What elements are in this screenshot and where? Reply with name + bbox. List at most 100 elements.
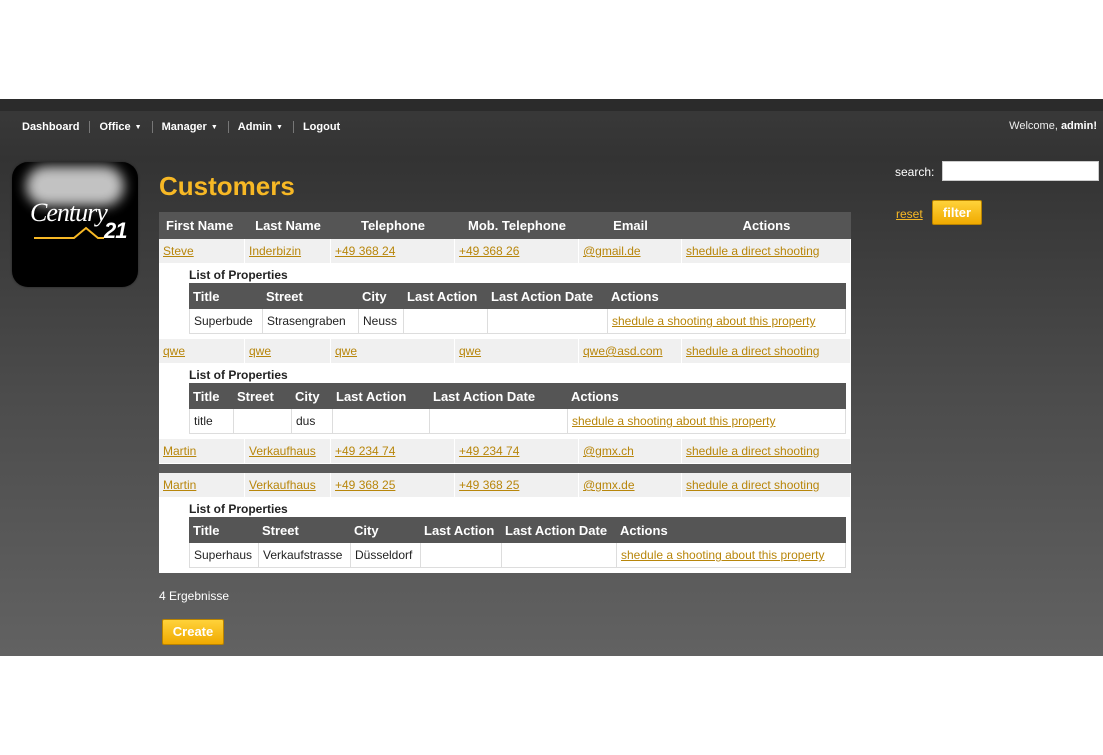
shedule-property-shooting-link[interactable]: shedule a shooting about this property (617, 543, 846, 567)
welcome-message: Welcome, admin! (1009, 120, 1097, 132)
column-header: Last Action (336, 388, 407, 404)
customer-mobile-link[interactable]: qwe (455, 339, 579, 363)
customer-email-link[interactable]: @gmx.de (579, 473, 682, 497)
customer-first-name-link[interactable]: Martin (159, 439, 245, 463)
table-row: qwe qwe qwe qwe qwe@asd.com shedule a di… (159, 339, 851, 364)
property-last-action (421, 543, 502, 567)
caret-down-icon: ▼ (210, 123, 218, 131)
property-street: Strasengraben (263, 309, 359, 333)
customer-first-name-link[interactable]: Martin (159, 473, 245, 497)
property-table-header: Title Street City Last Action Last Actio… (189, 283, 846, 309)
welcome-username: admin! (1060, 120, 1097, 132)
customer-first-name-link[interactable]: qwe (159, 339, 245, 363)
property-last-action-date (488, 309, 608, 333)
customer-last-name-link[interactable]: Verkaufhaus (245, 473, 331, 497)
customer-mobile-link[interactable]: +49 234 74 (455, 439, 579, 463)
column-header: Actions (620, 522, 668, 538)
column-header: Street (266, 288, 303, 304)
main-nav: Dashboard Office ▼ Manager ▼ Admin ▼ Logout… (0, 111, 1103, 143)
property-list-title: List of Properties (189, 502, 288, 516)
nav-separator (89, 121, 91, 133)
column-header: City (295, 388, 320, 404)
row-spacer (159, 464, 851, 473)
property-last-action-date (502, 543, 617, 567)
shedule-direct-shooting-link[interactable]: shedule a direct shooting (682, 439, 851, 463)
property-title: Superhaus (190, 543, 259, 567)
customer-email-link[interactable]: @gmx.ch (579, 439, 682, 463)
column-header: Last Action (407, 288, 478, 304)
filter-button[interactable]: filter (932, 200, 982, 225)
house-roof-icon (34, 226, 104, 239)
nav-office[interactable]: Office ▼ (99, 121, 141, 133)
nav-separator (227, 121, 229, 133)
column-header: Title (193, 388, 220, 404)
customer-telephone-link[interactable]: +49 368 24 (331, 239, 455, 263)
column-header[interactable]: Mob. Telephone (455, 212, 579, 239)
property-street (234, 409, 292, 433)
customer-mobile-link[interactable]: +49 368 25 (455, 473, 579, 497)
property-last-action (333, 409, 430, 433)
property-row: title dus shedule a shooting about this … (189, 409, 846, 434)
create-button[interactable]: Create (162, 619, 224, 645)
nav-separator (292, 121, 294, 133)
column-header: Last Action Date (433, 388, 536, 404)
customer-email-link[interactable]: @gmail.de (579, 239, 682, 263)
column-header[interactable]: Telephone (331, 212, 455, 239)
customer-mobile-link[interactable]: +49 368 26 (455, 239, 579, 263)
property-last-action-date (430, 409, 568, 433)
table-row: Martin Verkaufhaus +49 234 74 +49 234 74… (159, 439, 851, 464)
column-header[interactable]: Email (579, 212, 682, 239)
customers-table: First Name Last Name Telephone Mob. Tele… (159, 212, 851, 573)
column-header: Street (237, 388, 274, 404)
property-list-title: List of Properties (189, 368, 288, 382)
table-row: Martin Verkaufhaus +49 368 25 +49 368 25… (159, 473, 851, 498)
results-count: 4 Ergebnisse (159, 589, 230, 603)
property-title: title (190, 409, 234, 433)
property-row: Superbude Strasengraben Neuss shedule a … (189, 309, 846, 334)
column-header: Last Action Date (491, 288, 594, 304)
customer-last-name-link[interactable]: qwe (245, 339, 331, 363)
customer-last-name-link[interactable]: Verkaufhaus (245, 439, 331, 463)
shedule-direct-shooting-link[interactable]: shedule a direct shooting (682, 239, 851, 263)
reset-link[interactable]: reset (896, 207, 923, 221)
shedule-property-shooting-link[interactable]: shedule a shooting about this property (568, 409, 846, 433)
customer-first-name-link[interactable]: Steve (159, 239, 245, 263)
property-list: List of Properties Title Street City Las… (159, 364, 851, 439)
app-background: Dashboard Office ▼ Manager ▼ Admin ▼ Logout… (0, 99, 1103, 656)
shedule-direct-shooting-link[interactable]: shedule a direct shooting (682, 473, 851, 497)
property-list: List of Properties Title Street City Las… (159, 264, 851, 339)
property-city: Düsseldorf (351, 543, 421, 567)
customer-telephone-link[interactable]: +49 234 74 (331, 439, 455, 463)
top-bar (0, 99, 1103, 111)
page-title: Customers (159, 171, 295, 201)
property-last-action (404, 309, 488, 333)
customer-telephone-link[interactable]: qwe (331, 339, 455, 363)
customer-telephone-link[interactable]: +49 368 25 (331, 473, 455, 497)
nav-separator (151, 121, 153, 133)
column-header[interactable]: Last Name (245, 212, 331, 239)
caret-down-icon: ▼ (134, 123, 142, 131)
property-table-header: Title Street City Last Action Last Actio… (189, 517, 846, 543)
nav-admin[interactable]: Admin ▼ (238, 121, 283, 133)
property-street: Verkaufstrasse (259, 543, 351, 567)
column-header: Last Action Date (505, 522, 608, 538)
nav-logout[interactable]: Logout (303, 121, 340, 133)
shedule-property-shooting-link[interactable]: shedule a shooting about this property (608, 309, 846, 333)
shedule-direct-shooting-link[interactable]: shedule a direct shooting (682, 339, 851, 363)
property-city: dus (292, 409, 333, 433)
customers-table-header: First Name Last Name Telephone Mob. Tele… (159, 212, 851, 239)
nav-manager[interactable]: Manager ▼ (162, 121, 218, 133)
search-label: search: (895, 165, 935, 179)
column-header: Title (193, 522, 220, 538)
column-header: City (354, 522, 379, 538)
search-input[interactable] (942, 161, 1099, 181)
column-header: Actions (571, 388, 619, 404)
nav-dashboard[interactable]: Dashboard (22, 121, 79, 133)
column-header: Last Action (424, 522, 495, 538)
column-header: Actions (611, 288, 659, 304)
customer-last-name-link[interactable]: Inderbizin (245, 239, 331, 263)
logo-number: 21 (104, 218, 128, 243)
column-header[interactable]: First Name (159, 212, 245, 239)
column-header: Actions (742, 218, 791, 233)
customer-email-link[interactable]: qwe@asd.com (579, 339, 682, 363)
